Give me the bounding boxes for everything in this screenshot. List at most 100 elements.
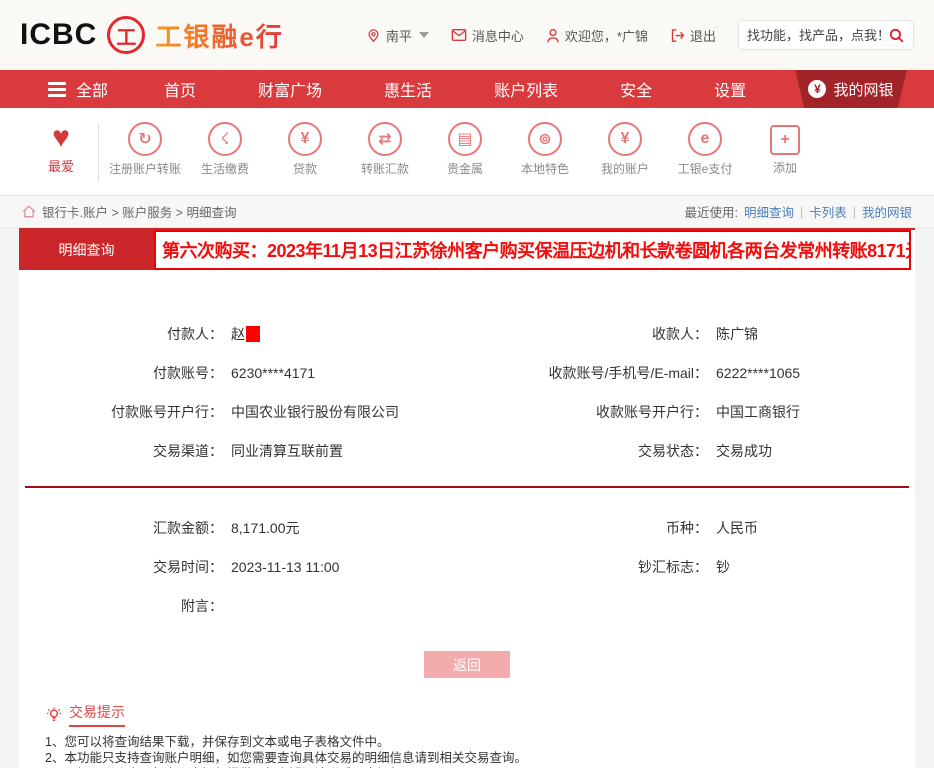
payer-value: 赵 bbox=[231, 324, 481, 344]
location-label: 南平 bbox=[386, 26, 412, 45]
cash-flag-label: 钞汇标志： bbox=[481, 557, 716, 577]
search-box[interactable] bbox=[738, 20, 914, 50]
amount-label: 汇款金额： bbox=[19, 518, 231, 538]
form-row-amount: 汇款金额： 8,171.00元 币种： 人民币 bbox=[19, 508, 915, 547]
message-center-link[interactable]: 消息中心 bbox=[451, 26, 524, 45]
utility-payment-icon: ☇ bbox=[208, 122, 242, 156]
shortcut-local-feature[interactable]: ⊚ 本地特色 bbox=[509, 122, 581, 176]
shortcut-utility-payment[interactable]: ☇ 生活缴费 bbox=[189, 122, 261, 176]
shortcut-transfer-remit[interactable]: ⇄ 转账汇款 bbox=[349, 122, 421, 176]
nav-item-home[interactable]: 首页 bbox=[164, 77, 196, 101]
epay-icon: e bbox=[688, 122, 722, 156]
register-transfer-icon: ↻ bbox=[128, 122, 162, 156]
nav-item-wealth[interactable]: 财富广场 bbox=[258, 77, 322, 101]
local-feature-icon: ⊚ bbox=[528, 122, 562, 156]
shortcut-my-account[interactable]: ¥ 我的账户 bbox=[589, 122, 661, 176]
add-icon: + bbox=[770, 125, 800, 155]
favorite-label: 最爱 bbox=[48, 156, 74, 175]
recent-used-label: 最近使用: bbox=[684, 202, 737, 221]
payer-account-label: 付款账号： bbox=[19, 363, 231, 383]
form-row-bank: 付款账号开户行： 中国农业银行股份有限公司 收款账号开户行： 中国工商银行 bbox=[19, 392, 915, 431]
form-row-memo: 附言： bbox=[19, 586, 915, 625]
loan-icon: ¥ bbox=[288, 122, 322, 156]
form-row-account: 付款账号： 6230****4171 收款账号/手机号/E-mail： 6222… bbox=[19, 353, 915, 392]
payee-account-value: 6222****1065 bbox=[716, 365, 915, 381]
tab-detail-query[interactable]: 明细查询 bbox=[19, 230, 154, 270]
hamburger-menu-icon bbox=[48, 82, 66, 97]
payer-bank-label: 付款账号开户行： bbox=[19, 402, 231, 422]
payee-label: 收款人： bbox=[481, 324, 716, 344]
my-account-icon: ¥ bbox=[608, 122, 642, 156]
form-row-time: 交易时间： 2023-11-13 11:00 钞汇标志： 钞 bbox=[19, 547, 915, 586]
time-value: 2023-11-13 11:00 bbox=[231, 559, 481, 575]
payee-value: 陈广锦 bbox=[716, 324, 915, 344]
icbc-emblem-icon: 工 bbox=[107, 16, 145, 54]
nav-item-all[interactable]: 全部 bbox=[48, 77, 108, 101]
location-selector[interactable]: 南平 bbox=[366, 26, 429, 45]
nav-item-settings[interactable]: 设置 bbox=[714, 77, 746, 101]
transaction-note-banner: 第六次购买：2023年11月13日江苏徐州客户购买保温压边机和长款卷圆机各两台发… bbox=[154, 230, 911, 270]
channel-value: 同业清算互联前置 bbox=[231, 441, 481, 461]
breadcrumb-bar: 银行卡.账户 > 账户服务 > 明细查询 最近使用: 明细查询 | 卡列表 | … bbox=[0, 195, 934, 228]
form-row-channel: 交易渠道： 同业清算互联前置 交易状态： 交易成功 bbox=[19, 431, 915, 470]
precious-metal-icon: ▤ bbox=[448, 122, 482, 156]
top-header: ICBC 工 工银融e行 南平 消息中心 欢迎您，*广锦 退出 bbox=[0, 0, 934, 70]
tip-item-1: 1、您可以将查询结果下载，并保存到文本或电子表格文件中。 bbox=[45, 735, 915, 751]
welcome-label: 欢迎您，*广锦 bbox=[565, 26, 648, 45]
nav-all-label: 全部 bbox=[76, 77, 108, 101]
brand-logo: ICBC 工 工银融e行 bbox=[20, 16, 284, 54]
status-value: 交易成功 bbox=[716, 441, 915, 461]
logout-label: 退出 bbox=[690, 26, 716, 45]
tip-item-2: 2、本功能只支持查询账户明细，如您需要查询具体交易的明细信息请到相关交易查询。 bbox=[45, 751, 915, 767]
shortcut-loan[interactable]: ¥ 贷款 bbox=[269, 122, 341, 176]
nav-item-accounts[interactable]: 账户列表 bbox=[494, 77, 558, 101]
favorite-shortcut[interactable]: ♥ 最爱 bbox=[28, 122, 94, 175]
home-icon bbox=[22, 205, 36, 218]
channel-label: 交易渠道： bbox=[19, 441, 231, 461]
detail-panel: 明细查询 第六次购买：2023年11月13日江苏徐州客户购买保温压边机和长款卷圆… bbox=[19, 228, 915, 768]
payee-account-label: 收款账号/手机号/E-mail： bbox=[481, 363, 716, 383]
transaction-tips: 交易提示 1、您可以将查询结果下载，并保存到文本或电子表格文件中。 2、本功能只… bbox=[45, 702, 915, 768]
tips-title: 交易提示 bbox=[69, 702, 125, 727]
amount-value: 8,171.00元 bbox=[231, 518, 481, 538]
search-icon[interactable] bbox=[888, 27, 905, 44]
status-label: 交易状态： bbox=[481, 441, 716, 461]
recent-link-card-list[interactable]: 卡列表 bbox=[809, 202, 847, 221]
message-center-label: 消息中心 bbox=[472, 26, 524, 45]
chevron-down-icon bbox=[419, 32, 429, 38]
recent-link-detail-query[interactable]: 明细查询 bbox=[744, 202, 794, 221]
shortcut-add[interactable]: + 添加 bbox=[749, 122, 821, 175]
shortcut-precious-metal[interactable]: ▤ 贵金属 bbox=[429, 122, 501, 176]
logout-button[interactable]: 退出 bbox=[670, 26, 716, 45]
payer-bank-value: 中国农业银行股份有限公司 bbox=[231, 402, 481, 422]
shortcut-epay[interactable]: e 工银e支付 bbox=[669, 122, 741, 176]
quick-access-row: ♥ 最爱 ↻ 注册账户转账 ☇ 生活缴费 ¥ 贷款 ⇄ 转账汇款 ▤ 贵金属 ⊚… bbox=[0, 108, 934, 195]
shortcut-register-transfer[interactable]: ↻ 注册账户转账 bbox=[109, 122, 181, 176]
currency-label: 币种： bbox=[481, 518, 716, 538]
form-row-payer: 付款人： 赵 收款人： 陈广锦 bbox=[19, 314, 915, 353]
payee-bank-value: 中国工商银行 bbox=[716, 402, 915, 422]
recent-link-my-ebank[interactable]: 我的网银 bbox=[862, 202, 912, 221]
search-input[interactable] bbox=[747, 28, 888, 43]
vertical-divider bbox=[98, 124, 99, 182]
payer-account-value: 6230****4171 bbox=[231, 365, 481, 381]
money-bag-icon: ¥ bbox=[808, 80, 826, 98]
nav-my-ebank[interactable]: ¥ 我的网银 bbox=[786, 70, 916, 108]
transfer-remit-icon: ⇄ bbox=[368, 122, 402, 156]
memo-label: 附言： bbox=[19, 596, 231, 616]
transaction-detail-form: 付款人： 赵 收款人： 陈广锦 付款账号： 6230****4171 收款账号/… bbox=[19, 314, 915, 625]
welcome-user[interactable]: 欢迎您，*广锦 bbox=[546, 26, 648, 45]
user-icon bbox=[546, 28, 560, 43]
back-button[interactable]: 返回 bbox=[424, 651, 510, 678]
payer-label: 付款人： bbox=[19, 324, 231, 344]
time-label: 交易时间： bbox=[19, 557, 231, 577]
section-divider bbox=[25, 486, 909, 488]
nav-item-security[interactable]: 安全 bbox=[620, 77, 652, 101]
icbc-logo-text: ICBC bbox=[20, 18, 97, 52]
nav-item-life[interactable]: 惠生活 bbox=[384, 77, 432, 101]
payee-bank-label: 收款账号开户行： bbox=[481, 402, 716, 422]
logout-icon bbox=[670, 28, 685, 43]
my-ebank-label: 我的网银 bbox=[833, 79, 893, 100]
heart-icon: ♥ bbox=[52, 122, 70, 154]
location-pin-icon bbox=[366, 28, 381, 43]
